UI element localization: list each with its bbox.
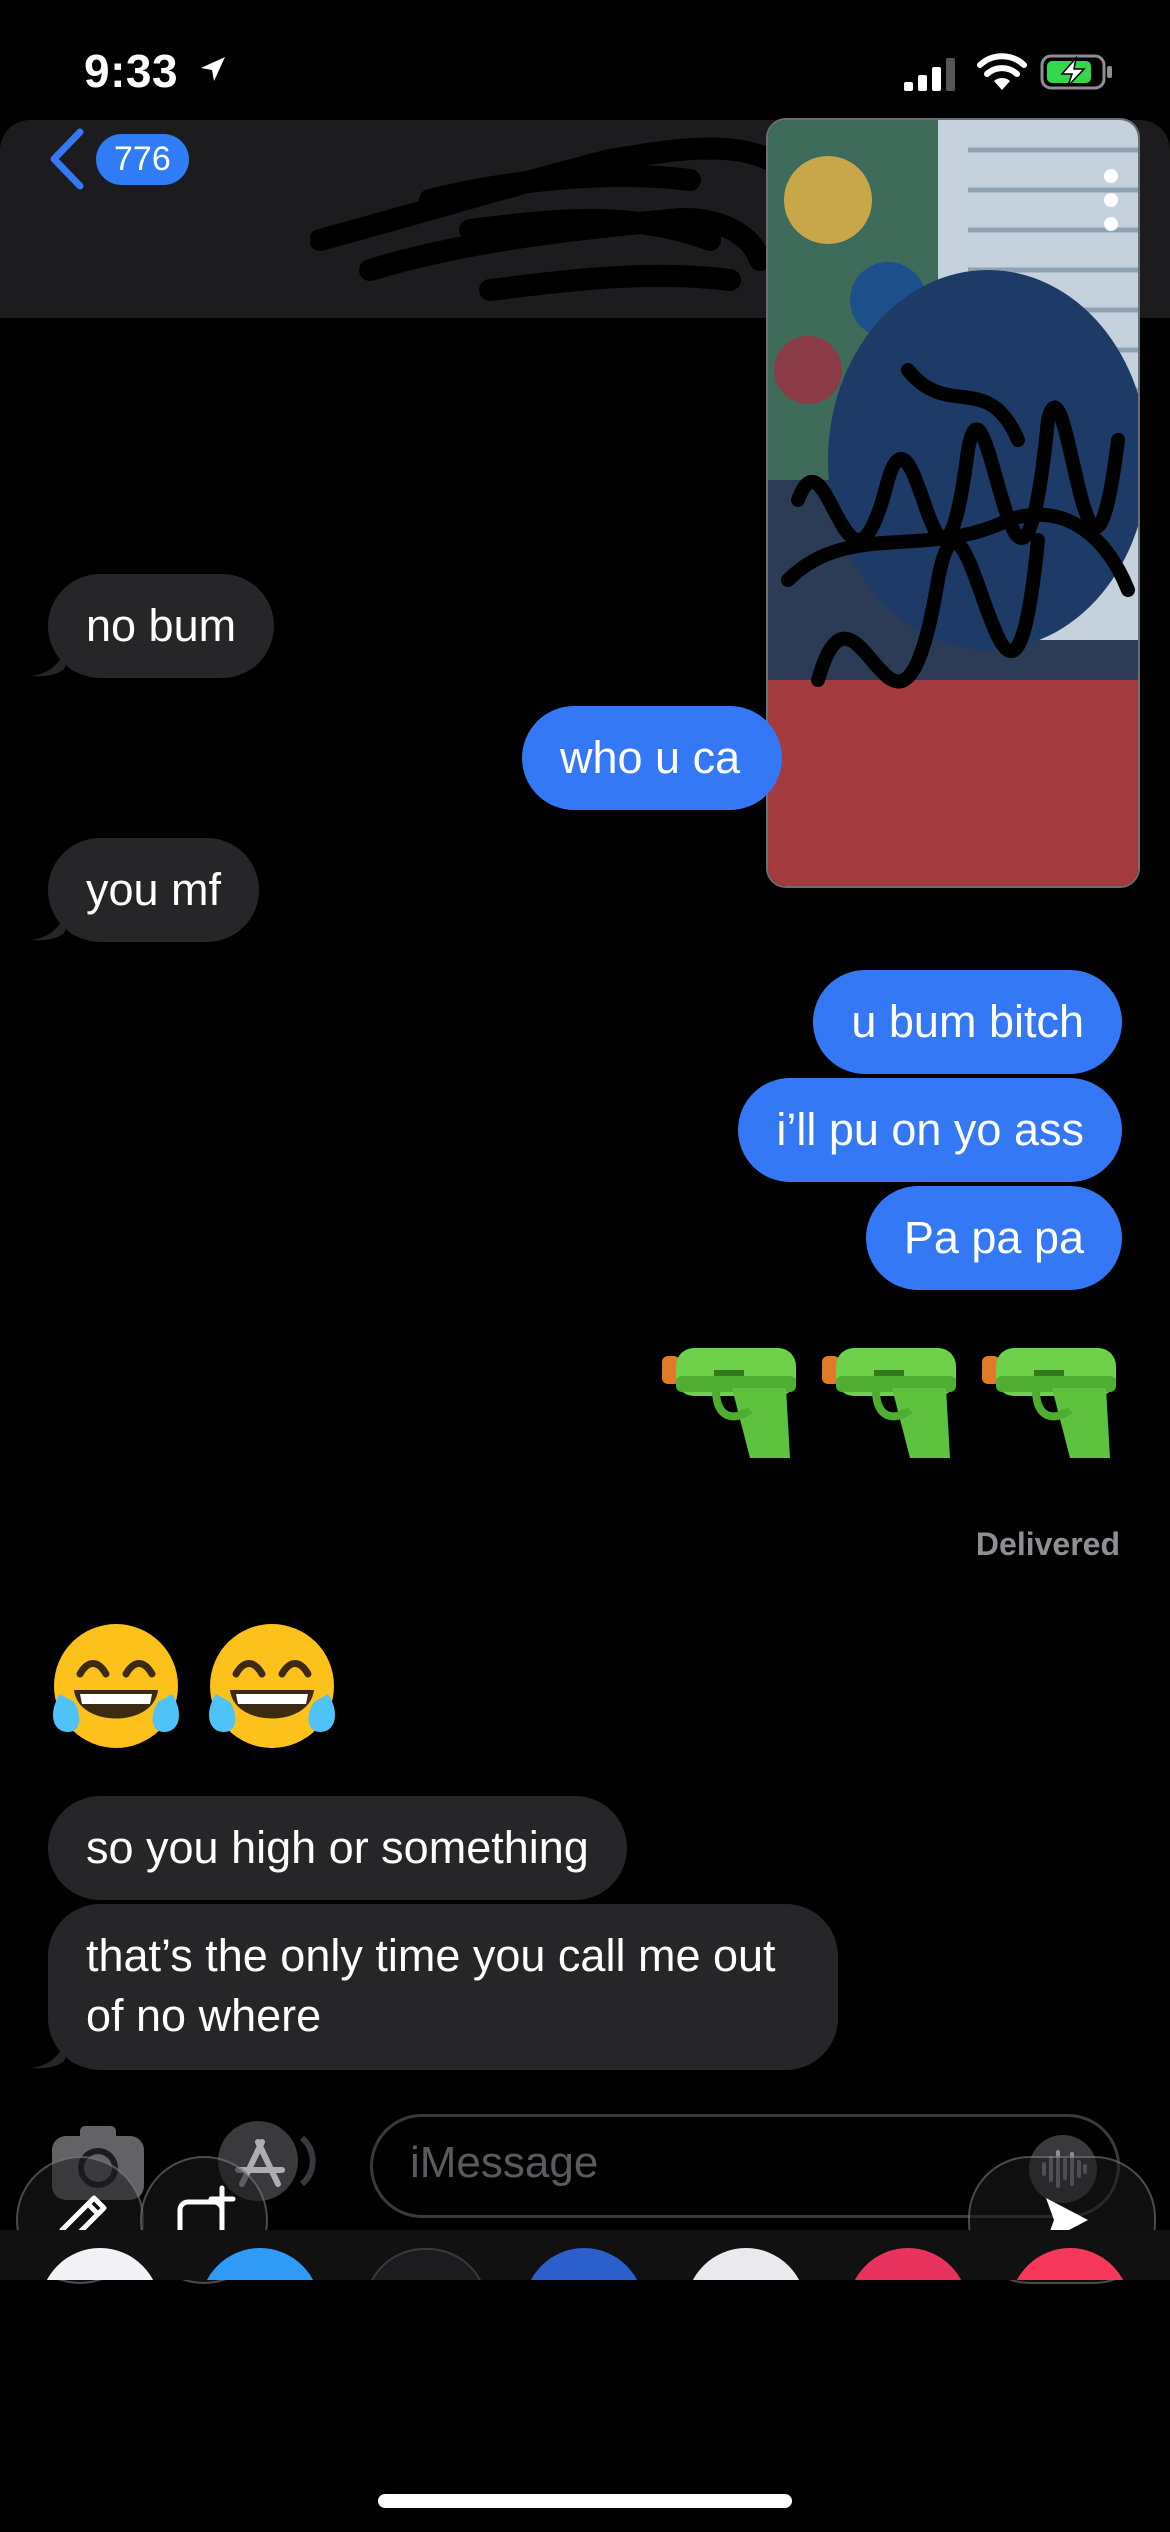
incoming-message[interactable]: no bum bbox=[48, 574, 275, 678]
incoming-message[interactable]: you mf bbox=[48, 838, 260, 942]
outgoing-message[interactable]: who u ca bbox=[522, 706, 782, 810]
search-images-app-icon[interactable] bbox=[848, 2248, 968, 2280]
incoming-message[interactable]: so you high or something bbox=[48, 1796, 627, 1900]
outgoing-emoji-message[interactable] bbox=[654, 1340, 1122, 1464]
video-preview[interactable] bbox=[766, 118, 1140, 888]
water-pistol-icon bbox=[662, 1348, 796, 1458]
outgoing-message[interactable]: i’ll pu on yo ass bbox=[738, 1078, 1122, 1182]
unread-count-badge: 776 bbox=[96, 133, 189, 185]
wifi-icon bbox=[977, 53, 1027, 90]
app-drawer[interactable] bbox=[0, 2230, 1170, 2280]
photos-app-icon[interactable] bbox=[40, 2248, 160, 2280]
location-arrow-icon bbox=[201, 57, 225, 81]
water-pistol-icon bbox=[822, 1348, 956, 1458]
delivered-status: Delivered bbox=[975, 1526, 1120, 1562]
outgoing-message[interactable]: Pa pa pa bbox=[865, 1186, 1122, 1290]
status-time: 9:33 bbox=[84, 45, 179, 97]
more-vertical-icon[interactable] bbox=[1098, 168, 1124, 232]
tears-of-joy-icon bbox=[209, 1624, 335, 1748]
back-chevron-icon bbox=[50, 128, 84, 190]
battery-charging-icon bbox=[1040, 54, 1112, 90]
back-button[interactable]: 776 bbox=[46, 128, 189, 190]
water-pistol-icon bbox=[982, 1348, 1116, 1458]
outgoing-message[interactable]: u bum bitch bbox=[813, 970, 1122, 1074]
redaction-scribble bbox=[310, 137, 780, 301]
home-indicator[interactable] bbox=[378, 2494, 792, 2508]
app-store-app-icon[interactable] bbox=[200, 2248, 320, 2280]
message-input-placeholder: iMessage bbox=[410, 2138, 599, 2187]
digital-touch-app-icon[interactable] bbox=[364, 2248, 488, 2280]
tears-of-joy-icon bbox=[53, 1624, 179, 1748]
incoming-message[interactable]: that’s the only time you call me out of … bbox=[48, 1904, 838, 2070]
cellular-signal-icon bbox=[904, 58, 955, 91]
music-app-icon[interactable] bbox=[1010, 2248, 1130, 2280]
video-preview-image bbox=[768, 120, 1138, 886]
incoming-emoji-message[interactable] bbox=[46, 1616, 342, 1756]
memoji-app-icon[interactable] bbox=[524, 2248, 644, 2280]
animoji-app-icon[interactable] bbox=[686, 2248, 806, 2280]
